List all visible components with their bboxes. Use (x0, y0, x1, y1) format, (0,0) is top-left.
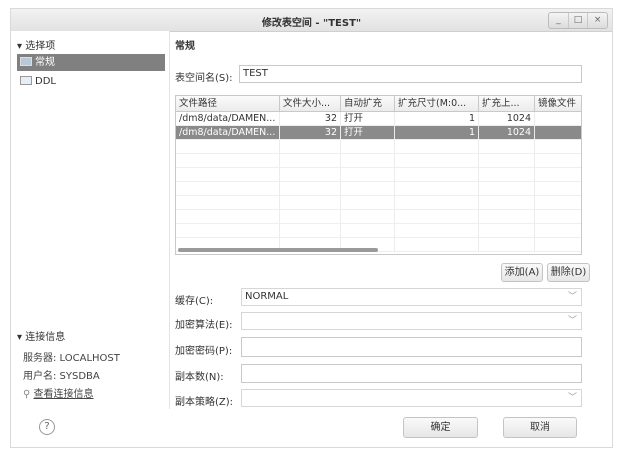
window-title: 修改表空间 - "TEST" (261, 18, 362, 29)
copy-policy-label: 副本策略(Z): (175, 397, 234, 408)
title-bar: 修改表空间 - "TEST" _ □ × (11, 9, 612, 32)
page-icon (20, 76, 32, 85)
connection-icon: ⚲ (23, 389, 31, 400)
cache-label: 缓存(C): (175, 296, 214, 307)
table-row-empty (176, 154, 581, 168)
table-cell: /dm8/data/DAMEN... (176, 112, 280, 125)
chevron-down-icon: ﹀ (567, 316, 577, 326)
ok-button[interactable]: 确定 (403, 417, 478, 438)
copies-label: 副本数(N): (175, 372, 224, 383)
add-button[interactable]: 添加(A) (501, 263, 543, 282)
tablespace-name-label: 表空间名(S): (175, 73, 233, 84)
datafile-table: 文件路径 文件大小... 自动扩充 扩充尺寸(M:0... 扩充上... 镜像文… (175, 95, 582, 255)
cache-select[interactable]: NORMAL ﹀ (241, 288, 582, 306)
copy-policy-select[interactable]: ﹀ (241, 389, 582, 407)
table-row-empty (176, 196, 581, 210)
table-row-empty (176, 182, 581, 196)
table-row-empty (176, 224, 581, 238)
table-row-empty (176, 140, 581, 154)
table-cell (535, 126, 581, 139)
column-header[interactable]: 镜像文件 (535, 96, 581, 111)
column-header[interactable]: 扩充尺寸(M:0... (395, 96, 479, 111)
table-cell: 32 (280, 126, 341, 139)
maximize-button[interactable]: □ (569, 13, 589, 28)
help-icon[interactable]: ? (39, 419, 55, 435)
user-info: 用户名: SYSDBA (23, 371, 100, 382)
nav-item-ddl[interactable]: DDL (17, 73, 165, 90)
column-header[interactable]: 扩充上... (479, 96, 535, 111)
column-header[interactable]: 文件路径 (176, 96, 280, 111)
horizontal-scrollbar[interactable] (178, 248, 378, 252)
table-cell: 32 (280, 112, 341, 125)
column-header[interactable]: 文件大小... (280, 96, 341, 111)
chevron-down-icon: ﹀ (567, 393, 577, 403)
page-icon (20, 57, 32, 66)
chevron-down-icon: ﹀ (567, 292, 577, 302)
tablespace-name-input[interactable]: TEST (239, 65, 582, 83)
table-cell: 打开 (341, 112, 395, 125)
table-row-empty (176, 168, 581, 182)
main-panel: 常规 表空间名(S): TEST 文件路径 文件大小... 自动扩充 扩充尺寸(… (173, 31, 612, 409)
table-row-selected[interactable]: /dm8/data/DAMEN... 32 打开 1 1024 (176, 126, 581, 140)
server-info: 服务器: LOCALHOST (23, 353, 120, 364)
view-connection-row: ⚲ 查看连接信息 (23, 385, 94, 400)
encryption-algorithm-select[interactable]: ﹀ (241, 312, 582, 330)
table-cell: 1 (395, 126, 479, 139)
delete-button[interactable]: 删除(D) (547, 263, 590, 282)
encryption-password-input[interactable] (241, 337, 582, 357)
table-row-empty (176, 210, 581, 224)
close-button[interactable]: × (588, 13, 607, 28)
options-header[interactable]: ▾ 选择项 (17, 37, 55, 52)
table-cell: 打开 (341, 126, 395, 139)
copies-input[interactable] (241, 364, 582, 383)
collapse-arrow-icon: ▾ (17, 41, 23, 52)
encryption-algorithm-label: 加密算法(E): (175, 320, 233, 331)
table-cell: 1 (395, 112, 479, 125)
table-row[interactable]: /dm8/data/DAMEN... 32 打开 1 1024 (176, 112, 581, 126)
section-title: 常规 (175, 41, 195, 52)
table-cell: 1024 (479, 126, 535, 139)
connection-header[interactable]: ▾ 连接信息 (17, 328, 65, 343)
table-header: 文件路径 文件大小... 自动扩充 扩充尺寸(M:0... 扩充上... 镜像文… (176, 96, 581, 112)
nav-item-general[interactable]: 常规 (17, 54, 165, 71)
left-panel: ▾ 选择项 常规 DDL ▾ 连接信息 服务器: LOCALHOST 用户名: … (11, 31, 170, 409)
table-cell: /dm8/data/DAMEN... (176, 126, 280, 139)
encryption-password-label: 加密密码(P): (175, 346, 233, 357)
dialog-window: 修改表空间 - "TEST" _ □ × ▾ 选择项 常规 DDL ▾ 连接信息… (10, 8, 613, 448)
collapse-arrow-icon: ▾ (17, 332, 23, 343)
column-header[interactable]: 自动扩充 (341, 96, 395, 111)
table-cell: 1024 (479, 112, 535, 125)
minimize-button[interactable]: _ (549, 13, 569, 28)
view-connection-link[interactable]: 查看连接信息 (34, 389, 94, 400)
cancel-button[interactable]: 取消 (503, 417, 577, 438)
table-cell (535, 112, 581, 125)
window-controls: _ □ × (548, 12, 608, 29)
dialog-footer: ? 确定 取消 (11, 409, 612, 447)
